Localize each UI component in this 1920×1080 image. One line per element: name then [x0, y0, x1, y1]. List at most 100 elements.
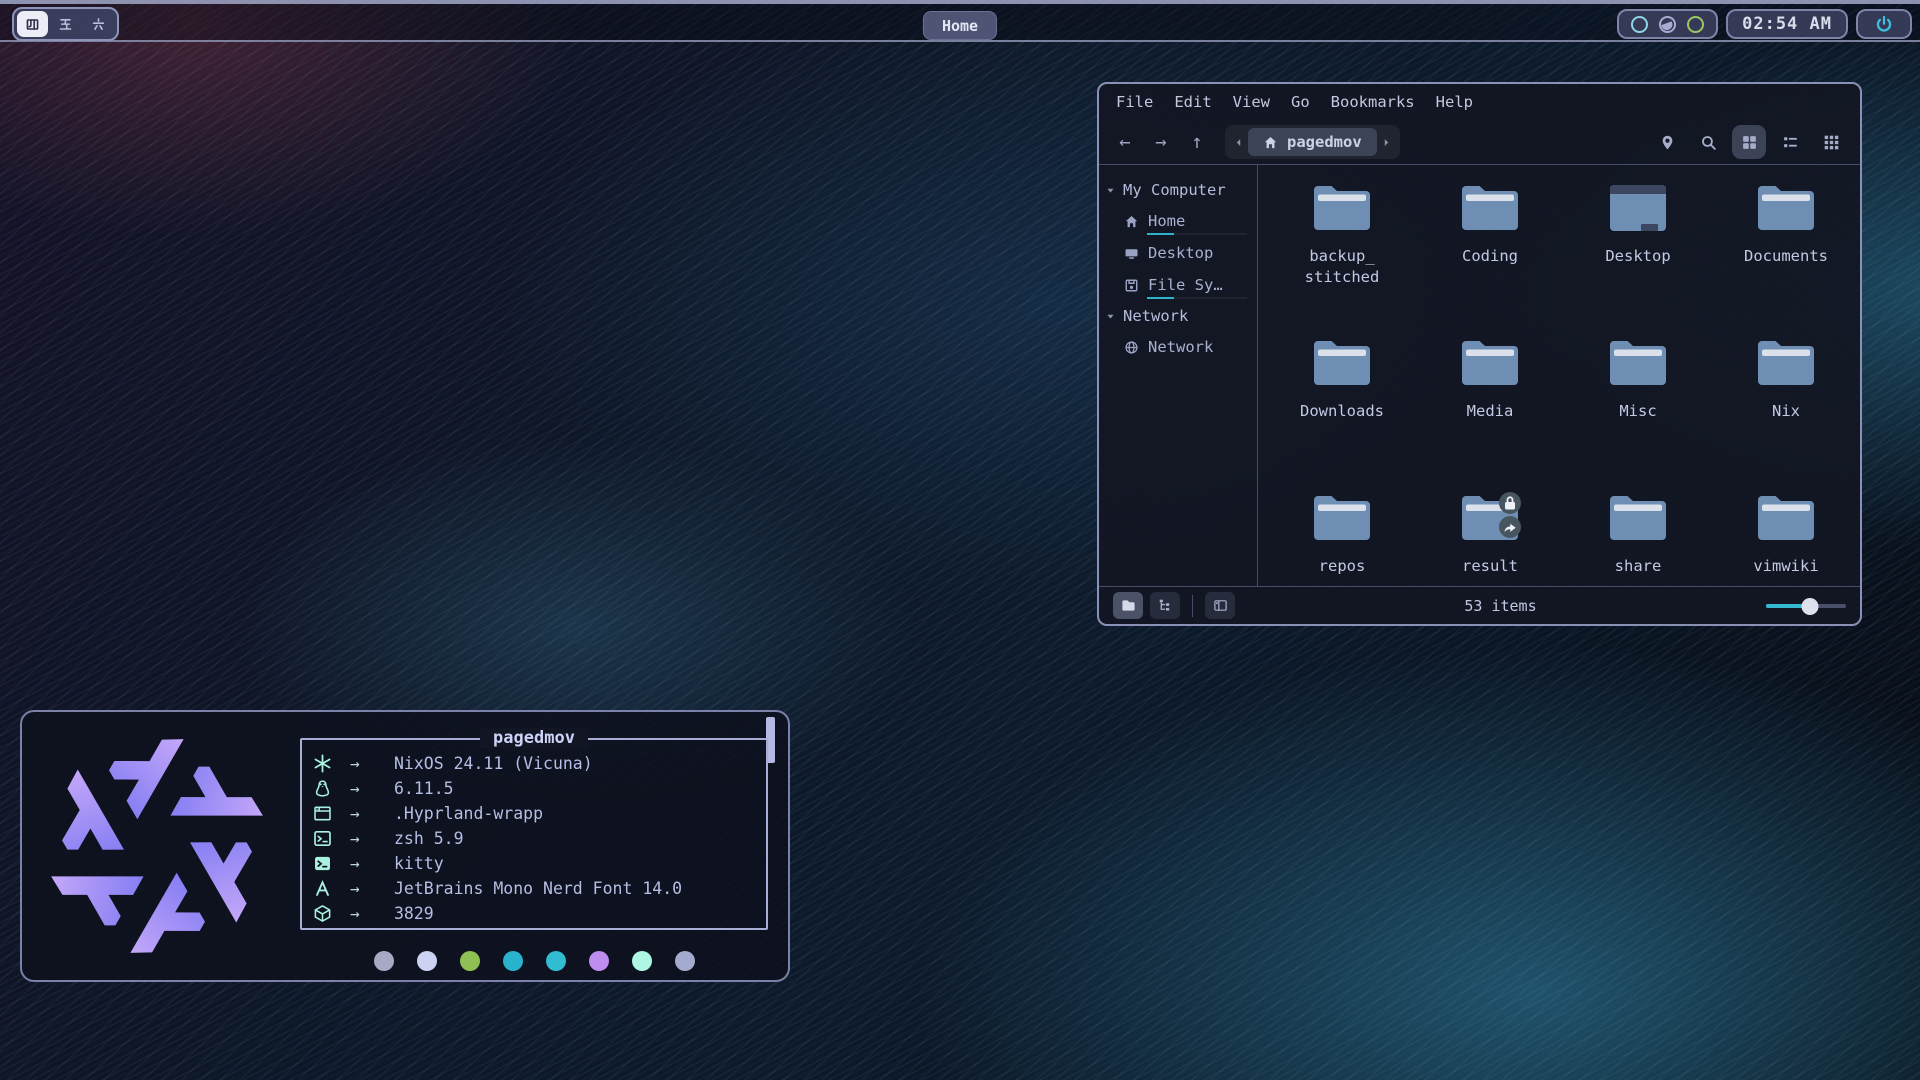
- palette-color-4: [503, 951, 523, 971]
- statusbar-left-tools: [1113, 592, 1235, 619]
- indicator-1-icon: [1631, 16, 1648, 33]
- palette-color-3: [460, 951, 480, 971]
- sidebar-item-label: File Sy…: [1148, 276, 1223, 294]
- menu-item-help[interactable]: Help: [1436, 93, 1473, 111]
- sidebar-group-my-computer[interactable]: My Computer: [1099, 175, 1257, 205]
- folder-icon: [1419, 487, 1561, 549]
- indicator-3-icon: [1687, 16, 1704, 33]
- fetch-row-nix-snowflake: →NixOS 24.11 (Vicuna): [313, 751, 766, 776]
- folder-media[interactable]: Media: [1419, 332, 1561, 487]
- fetch-value: NixOS 24.11 (Vicuna): [394, 754, 593, 773]
- fetch-row-font: →JetBrains Mono Nerd Font 14.0: [313, 876, 766, 901]
- folder-nix[interactable]: Nix: [1715, 332, 1857, 487]
- menu-item-go[interactable]: Go: [1291, 93, 1310, 111]
- folder-desktop[interactable]: Desktop: [1567, 177, 1709, 332]
- folder-backup_stitched[interactable]: backup_ stitched: [1271, 177, 1413, 332]
- folder-grid: backup_ stitchedCodingDesktopDocuments Do…: [1258, 165, 1860, 586]
- arrow-right-icon: →: [337, 779, 394, 798]
- path-segment-home[interactable]: pagedmov: [1248, 128, 1377, 156]
- workspace-switcher[interactable]: 四五六: [12, 7, 119, 41]
- slider-handle[interactable]: [1802, 598, 1819, 615]
- fetch-row-terminal: →kitty: [313, 851, 766, 876]
- sidebar-item-label: Network: [1148, 338, 1213, 356]
- status-indicators: [1617, 9, 1718, 39]
- location-pin-button[interactable]: [1650, 125, 1684, 159]
- palette-color-7: [632, 951, 652, 971]
- nix-snowflake-icon: [313, 754, 337, 773]
- folder-icon: [1419, 332, 1561, 394]
- fetch-row-tux: →6.11.5: [313, 776, 766, 801]
- menu-item-view[interactable]: View: [1233, 93, 1270, 111]
- folder-coding[interactable]: Coding: [1419, 177, 1561, 332]
- search-button[interactable]: [1691, 125, 1725, 159]
- arrow-right-icon: →: [337, 854, 394, 873]
- globe-icon: [1124, 340, 1139, 355]
- fetch-hostname: pagedmov: [480, 728, 588, 748]
- disk-icon: [1124, 278, 1139, 293]
- menu-item-bookmarks[interactable]: Bookmarks: [1331, 93, 1415, 111]
- arrow-right-icon: →: [337, 754, 394, 773]
- workspace-button-1[interactable]: 四: [17, 11, 48, 37]
- power-button[interactable]: [1856, 9, 1912, 39]
- desktop-folder-icon: [1567, 177, 1709, 239]
- shell-icon: [313, 829, 337, 848]
- toolbar-right-tools: [1650, 125, 1848, 159]
- menu-bar: File Edit View Go Bookmarks Help: [1099, 84, 1860, 120]
- folder-misc[interactable]: Misc: [1567, 332, 1709, 487]
- places-toggle-button[interactable]: [1113, 592, 1143, 619]
- folder-icon: [1715, 177, 1857, 239]
- top-bar: 四五六 Home 02:54 AM: [0, 0, 1920, 42]
- menu-item-file[interactable]: File: [1116, 93, 1153, 111]
- dir-tree-toggle-button[interactable]: [1150, 592, 1180, 619]
- window-title-text: Home: [942, 17, 978, 35]
- view-list-button[interactable]: [1773, 125, 1807, 159]
- sidebar-item-network[interactable]: Network: [1099, 331, 1257, 363]
- path-scroll-right-button[interactable]: [1377, 129, 1397, 155]
- sidebar-group-label: Network: [1123, 307, 1188, 325]
- up-button[interactable]: ↑: [1183, 127, 1211, 157]
- clock-text: 02:54 AM: [1742, 14, 1832, 34]
- font-icon: [313, 879, 337, 898]
- folder-icon: [1567, 487, 1709, 549]
- palette-color-5: [546, 951, 566, 971]
- path-bar: pagedmov: [1225, 125, 1400, 159]
- sidebar-item-filesy[interactable]: File Sy…: [1099, 269, 1257, 301]
- sidebar-group-label: My Computer: [1123, 181, 1226, 199]
- sidebar-item-label: Desktop: [1148, 244, 1213, 262]
- arrow-right-icon: →: [337, 879, 394, 898]
- back-button[interactable]: ←: [1111, 127, 1139, 157]
- menu-item-edit[interactable]: Edit: [1174, 93, 1211, 111]
- folder-label: Misc: [1567, 401, 1709, 422]
- view-compact-button[interactable]: [1814, 125, 1848, 159]
- sidebar-item-home[interactable]: Home: [1099, 205, 1257, 237]
- view-grid-button[interactable]: [1732, 125, 1766, 159]
- package-icon: [313, 904, 337, 923]
- power-icon: [1875, 15, 1893, 33]
- path-scroll-left-button[interactable]: [1228, 129, 1248, 155]
- folder-downloads[interactable]: Downloads: [1271, 332, 1413, 487]
- palette-color-6: [589, 951, 609, 971]
- sidebar-group-network[interactable]: Network: [1099, 301, 1257, 331]
- fetch-value: .Hyprland-wrapp: [394, 804, 543, 823]
- folder-label: share: [1567, 556, 1709, 577]
- folder-label: Media: [1419, 401, 1561, 422]
- nixos-logo: [34, 723, 280, 969]
- workspace-button-2[interactable]: 五: [50, 11, 81, 37]
- palette-color-1: [374, 951, 394, 971]
- side-pane-toggle-button[interactable]: [1205, 592, 1235, 619]
- folder-label: result: [1419, 556, 1561, 577]
- sidebar-item-desktop[interactable]: Desktop: [1099, 237, 1257, 269]
- terminal-icon: [313, 854, 337, 873]
- forward-button[interactable]: →: [1147, 127, 1175, 157]
- fetch-value: 3829: [394, 904, 434, 923]
- fetch-row-package: →3829: [313, 901, 766, 926]
- arrow-right-icon: →: [337, 829, 394, 848]
- folder-documents[interactable]: Documents: [1715, 177, 1857, 332]
- indicator-2-icon: [1659, 16, 1676, 33]
- folder-icon: [1715, 332, 1857, 394]
- folder-label: Nix: [1715, 401, 1857, 422]
- icon-zoom-slider[interactable]: [1766, 596, 1846, 616]
- workspace-button-3[interactable]: 六: [83, 11, 114, 37]
- house-icon: [1124, 214, 1139, 229]
- statusbar-separator: [1192, 595, 1193, 617]
